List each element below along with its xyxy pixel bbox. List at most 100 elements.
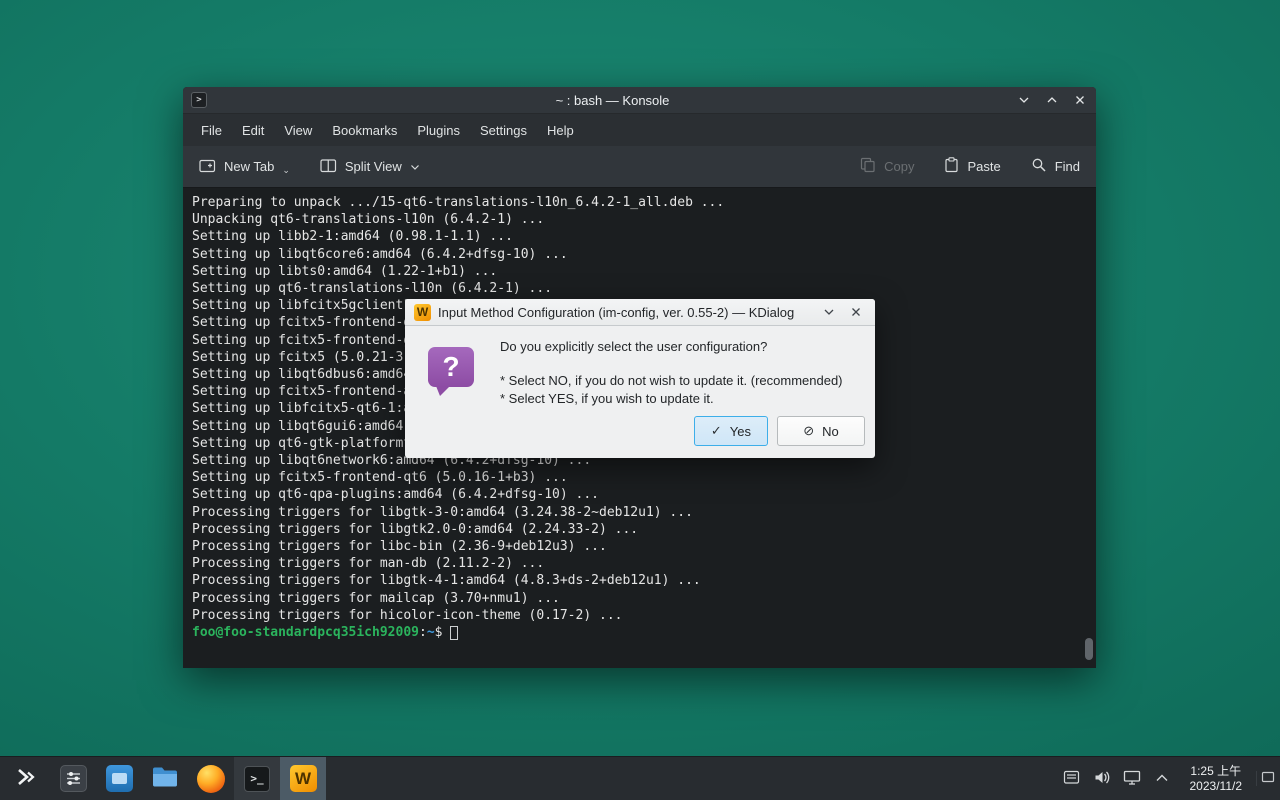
copy-icon [860, 157, 876, 176]
yes-button-label: Yes [730, 424, 751, 439]
clock-date: 2023/11/2 [1190, 779, 1243, 794]
desktop: > ~ : bash — Konsole File Edit View Book… [0, 0, 1280, 800]
window-controls [1018, 94, 1088, 106]
minimize-button[interactable] [1018, 94, 1030, 106]
menu-file[interactable]: File [191, 117, 232, 144]
menu-view[interactable]: View [274, 117, 322, 144]
terminal-line: Processing triggers for man-db (2.11.2-2… [192, 555, 1087, 572]
question-mark-glyph: ? [442, 351, 459, 383]
terminal-line: Processing triggers for libgtk-3-0:amd64… [192, 504, 1087, 521]
terminal-line: Unpacking qt6-translations-l10n (6.4.2-1… [192, 211, 1087, 228]
new-tab-menu-chevron-icon: ⌄ [282, 165, 290, 176]
new-tab-button[interactable]: New Tab ⌄ [199, 158, 290, 176]
digital-clock[interactable]: 1:25 上午 2023/11/2 [1178, 764, 1255, 794]
show-desktop-button[interactable] [1256, 771, 1278, 786]
sliders-icon [60, 765, 87, 792]
panel-widget-button[interactable] [50, 757, 96, 800]
pinned-app-button[interactable] [96, 757, 142, 800]
menu-bookmarks[interactable]: Bookmarks [322, 117, 407, 144]
dialog-bullet-no: * Select NO, if you do not wish to updat… [500, 372, 867, 390]
notifications-icon [1063, 769, 1080, 789]
prompt-colon: : [419, 625, 427, 640]
terminal-line: Processing triggers for hicolor-icon-the… [192, 607, 1087, 624]
konsole-icon: >_ [244, 766, 270, 792]
terminal-line: Setting up fcitx5-frontend-qt6 (5.0.16-1… [192, 469, 1087, 486]
new-tab-icon [199, 158, 216, 176]
monitor-screen [112, 773, 127, 784]
maximize-button[interactable] [1046, 94, 1058, 106]
prompt-user-host: foo@foo-standardpcq35ich92009 [192, 625, 419, 640]
kdialog-message: Do you explicitly select the user config… [500, 339, 867, 408]
kdialog-close-button[interactable] [846, 306, 866, 318]
question-mark-icon: ? [428, 347, 474, 387]
terminal-line: Setting up libqt6core6:amd64 (6.4.2+dfsg… [192, 246, 1087, 263]
volume-button[interactable] [1088, 757, 1116, 800]
no-entry-icon: ⊘ [803, 423, 814, 439]
display-button[interactable] [1118, 757, 1146, 800]
kdialog-titlebar[interactable]: W Input Method Configuration (im-config,… [405, 299, 875, 326]
konsole-window-icon: > [191, 92, 207, 108]
folder-icon [151, 765, 179, 792]
taskbar: >_ W [0, 756, 1280, 800]
im-config-task-icon: W [290, 765, 317, 792]
new-tab-label: New Tab [224, 159, 274, 174]
copy-button[interactable]: Copy [860, 157, 914, 176]
yes-button[interactable]: ✓ Yes [694, 416, 768, 446]
paste-label: Paste [967, 159, 1000, 174]
clock-time: 1:25 上午 [1190, 764, 1243, 779]
terminal-line: Setting up libb2-1:amd64 (0.98.1-1.1) ..… [192, 228, 1087, 245]
dialog-question-text: Do you explicitly select the user config… [500, 339, 867, 354]
terminal-cursor [450, 626, 458, 640]
no-button[interactable]: ⊘ No [777, 416, 865, 446]
tray-expander-button[interactable] [1148, 757, 1176, 800]
menubar: File Edit View Bookmarks Plugins Setting… [183, 113, 1096, 146]
terminal-line: Setting up libts0:amd64 (1.22-1+b1) ... [192, 263, 1087, 280]
terminal-line: Processing triggers for mailcap (3.70+nm… [192, 590, 1087, 607]
terminal-scrollbar-thumb[interactable] [1085, 638, 1093, 660]
copy-label: Copy [884, 159, 914, 174]
kdialog-task-button[interactable]: W [280, 757, 326, 800]
split-view-chevron-icon [410, 159, 420, 174]
firefox-icon [197, 765, 225, 793]
konsole-titlebar[interactable]: > ~ : bash — Konsole [183, 87, 1096, 113]
chevron-up-icon [1155, 771, 1169, 786]
split-view-button[interactable]: Split View [320, 158, 420, 176]
im-config-icon: W [414, 304, 431, 321]
kdialog-body: ? Do you explicitly select the user conf… [405, 326, 875, 458]
toolbar: New Tab ⌄ Split View Copy [183, 146, 1096, 188]
terminal-line: Processing triggers for libc-bin (2.36-9… [192, 538, 1087, 555]
kdialog-window: W Input Method Configuration (im-config,… [405, 299, 875, 458]
system-tray: 1:25 上午 2023/11/2 [1058, 757, 1280, 800]
kdialog-minimize-button[interactable] [819, 306, 839, 318]
konsole-task-button[interactable]: >_ [234, 757, 280, 800]
menu-edit[interactable]: Edit [232, 117, 274, 144]
menu-settings[interactable]: Settings [470, 117, 537, 144]
window-title: ~ : bash — Konsole [213, 93, 1012, 108]
taskbar-left: >_ W [0, 757, 326, 800]
terminal-line: Setting up qt6-qpa-plugins:amd64 (6.4.2+… [192, 486, 1087, 503]
paste-button[interactable]: Paste [944, 157, 1000, 176]
prompt-path: ~ [427, 625, 435, 640]
check-icon: ✓ [711, 423, 722, 439]
file-manager-button[interactable] [142, 757, 188, 800]
menu-plugins[interactable]: Plugins [407, 117, 470, 144]
app-launcher-button[interactable] [4, 757, 50, 800]
prompt-symbol: $ [435, 625, 443, 640]
close-button[interactable] [1074, 94, 1086, 106]
dialog-bullet-yes: * Select YES, if you wish to update it. [500, 390, 867, 408]
show-desktop-icon [1261, 771, 1275, 786]
notifications-button[interactable] [1058, 757, 1086, 800]
display-icon [1123, 769, 1141, 789]
split-view-icon [320, 158, 337, 176]
volume-icon [1093, 769, 1111, 789]
monitor-app-icon [106, 765, 133, 792]
paste-icon [944, 157, 959, 176]
menu-help[interactable]: Help [537, 117, 584, 144]
split-view-label: Split View [345, 159, 402, 174]
app-launcher-icon [15, 766, 39, 791]
find-button[interactable]: Find [1031, 157, 1080, 176]
firefox-button[interactable] [188, 757, 234, 800]
toolbar-right-group: Copy Paste Find [860, 157, 1080, 176]
search-icon [1031, 157, 1047, 176]
no-button-label: No [822, 424, 839, 439]
